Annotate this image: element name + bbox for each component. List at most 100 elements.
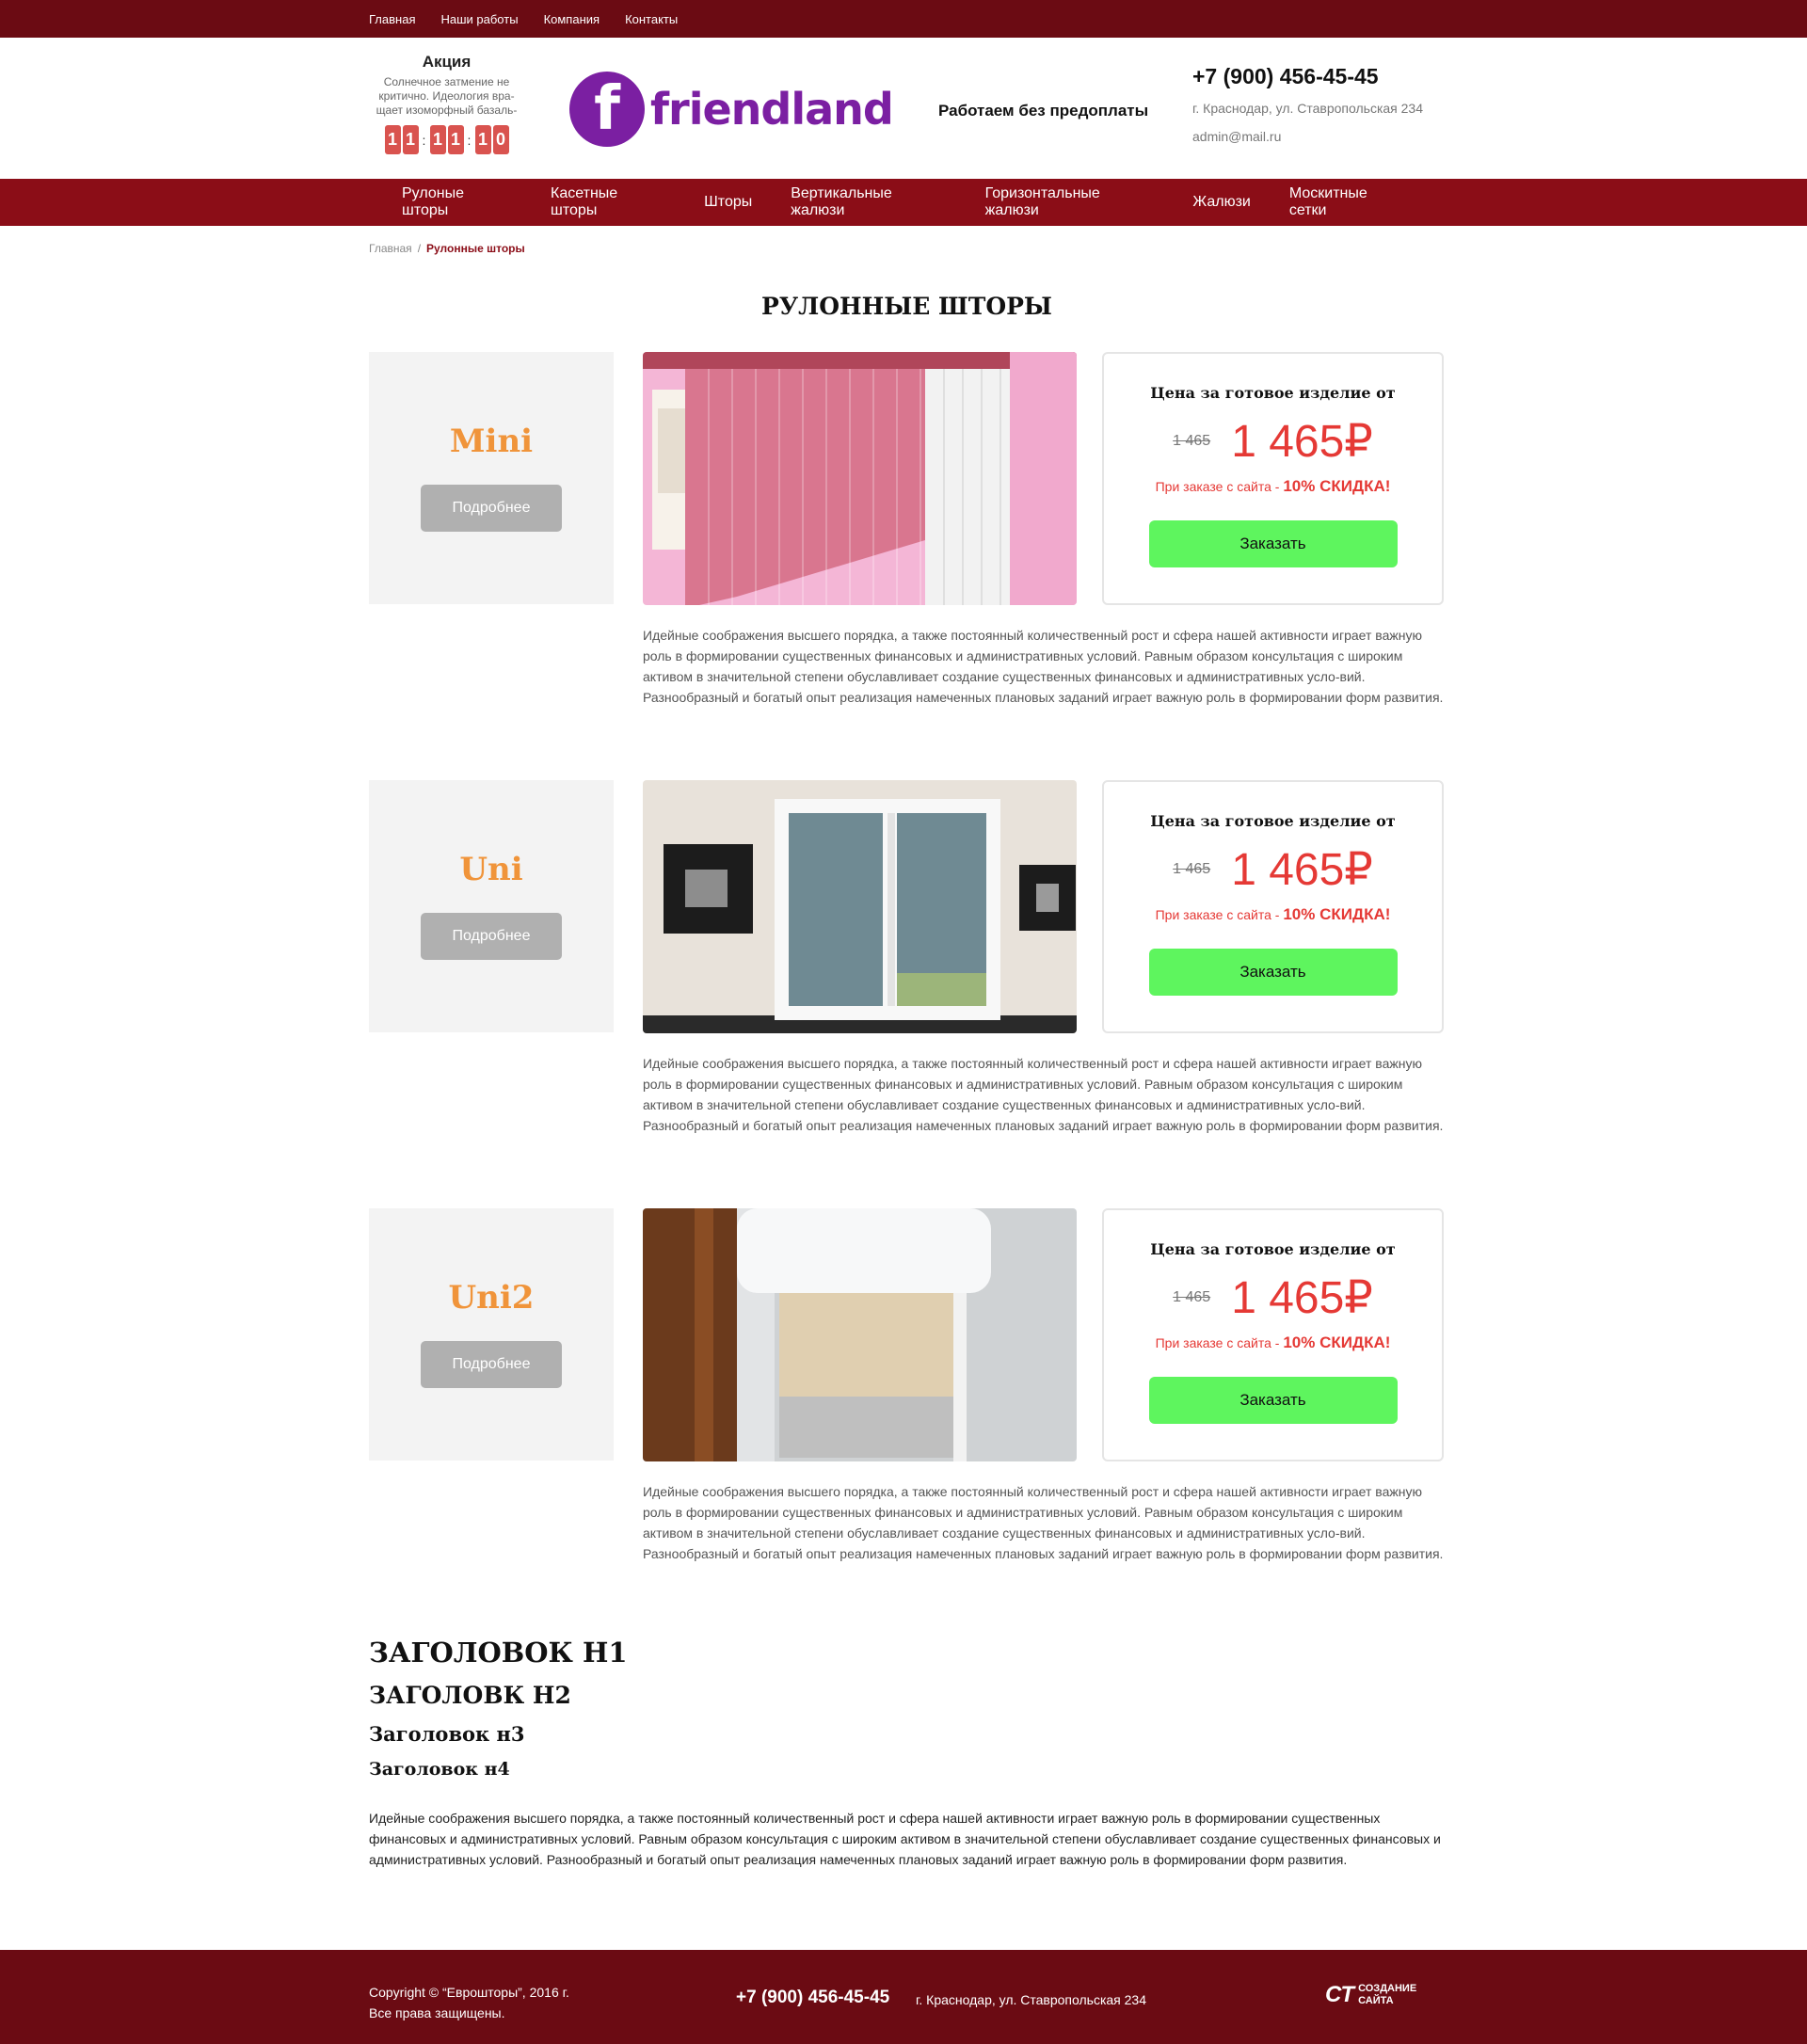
- nav-item-blinds[interactable]: Жалюзи: [1192, 194, 1250, 211]
- product-description: Идейные соображения высшего порядка, а т…: [643, 1484, 1444, 1561]
- developer-logo[interactable]: СТ СОЗДАНИЕ САЙТА: [1325, 1982, 1416, 2008]
- product-name: Uni: [459, 851, 523, 888]
- nav-item-horizontal-blinds[interactable]: Горизонтальные жалюзи: [985, 185, 1155, 219]
- footer-phone[interactable]: +7 (900) 456-45-45: [736, 1988, 889, 2008]
- old-price: 1 465: [1173, 861, 1211, 877]
- product-description: Идейные соображения высшего порядка, а т…: [643, 1056, 1444, 1133]
- product-card: Mini Подробнее Цена за готовое изделие о…: [369, 352, 1445, 780]
- cassette-blind-image: [643, 1208, 1077, 1461]
- product-name-box: Uni Подробнее: [369, 780, 614, 1032]
- price-label: Цена за готовое изделие от: [1150, 812, 1396, 830]
- nav-item-vertical-blinds[interactable]: Вертикальные жалюзи: [791, 185, 946, 219]
- header-contacts: +7 (900) 456-45-45 г. Краснодар, ул. Ста…: [1192, 64, 1423, 144]
- footer-address: г. Краснодар, ул. Ставропольская 234: [916, 1992, 1147, 2007]
- discount-note: При заказе с сайта - 10% СКИДКА!: [1104, 1333, 1442, 1352]
- breadcrumb-current: Рулонные шторы: [426, 242, 525, 255]
- product-image: [643, 780, 1077, 1033]
- headings-section: ЗАГОЛОВОК Н1 ЗАГОЛОВК Н2 Заголовок н3 За…: [369, 1637, 1445, 1780]
- nav-item-mosquito-nets[interactable]: Москитные сетки: [1289, 185, 1406, 219]
- promo-block: Акция Солнечное затмение не критично. Ид…: [369, 53, 524, 154]
- header-phone[interactable]: +7 (900) 456-45-45: [1192, 64, 1423, 89]
- promo-text: Солнечное затмение не критично. Идеологи…: [376, 75, 518, 117]
- footer-copyright: Copyright © “Еврошторы”, 2016 г. Все пра…: [369, 1982, 569, 2023]
- product-name-box: Uni2 Подробнее: [369, 1208, 614, 1461]
- discount-value: 10% СКИДКА!: [1283, 477, 1391, 495]
- heading-h4: Заголовок н4: [369, 1759, 510, 1780]
- developer-mark: СТ: [1325, 1982, 1355, 2007]
- product-image: [643, 1208, 1077, 1461]
- countdown-timer: 1 1 : 1 1 : 1 0: [369, 125, 524, 154]
- main-nav: Рулоные шторы Касетные шторы Шторы Верти…: [0, 179, 1807, 226]
- details-button[interactable]: Подробнее: [421, 485, 562, 532]
- order-button[interactable]: Заказать: [1148, 949, 1398, 996]
- product-card: Uni Подробнее Цена за готовое изделие от: [369, 780, 1445, 1208]
- breadcrumb: Главная / Рулонные шторы: [369, 242, 1445, 255]
- timer-digit: 1: [474, 125, 491, 154]
- breadcrumb-separator: /: [417, 242, 422, 255]
- timer-digit: 1: [402, 125, 419, 154]
- slogan: Работаем без предоплаты: [938, 102, 1149, 120]
- developer-text: СОЗДАНИЕ САЙТА: [1358, 1983, 1416, 2007]
- product-description: Идейные соображения высшего порядка, а т…: [643, 628, 1444, 705]
- nav-item-cassette-blinds[interactable]: Касетные шторы: [551, 185, 665, 219]
- price-box: Цена за готовое изделие от 1 465 1 465₽ …: [1102, 352, 1444, 605]
- discount-note: При заказе с сайта - 10% СКИДКА!: [1104, 477, 1442, 496]
- new-price: 1 465₽: [1231, 1273, 1373, 1323]
- product-name-box: Mini Подробнее: [369, 352, 614, 604]
- developer-text-line2: САЙТА: [1358, 1995, 1394, 2006]
- copyright-line: Copyright © “Еврошторы”, 2016 г.: [369, 1985, 569, 2000]
- discount-prefix: При заказе с сайта -: [1155, 1335, 1284, 1350]
- details-button[interactable]: Подробнее: [421, 1341, 562, 1388]
- order-button[interactable]: Заказать: [1148, 1377, 1398, 1424]
- top-link-home[interactable]: Главная: [369, 12, 415, 26]
- logo-text: friendland: [650, 84, 894, 135]
- timer-digit: 1: [447, 125, 464, 154]
- details-button[interactable]: Подробнее: [421, 913, 562, 960]
- new-price: 1 465₽: [1231, 845, 1373, 895]
- top-link-company[interactable]: Компания: [544, 12, 600, 26]
- vertical-blinds-image: [643, 352, 1077, 605]
- header-email[interactable]: admin@mail.ru: [1192, 129, 1423, 144]
- nav-item-roller-blinds[interactable]: Рулоные шторы: [402, 185, 512, 219]
- page-title: РУЛОННЫЕ ШТОРЫ: [761, 293, 1052, 320]
- heading-h2: ЗАГОЛОВК Н2: [369, 1682, 571, 1709]
- site-header: Акция Солнечное затмение не критично. Ид…: [0, 38, 1807, 179]
- heading-h1: ЗАГОЛОВОК Н1: [369, 1637, 628, 1669]
- discount-value: 10% СКИДКА!: [1283, 905, 1391, 923]
- discount-note: При заказе с сайта - 10% СКИДКА!: [1104, 905, 1442, 924]
- rights-line: Все права защищены.: [369, 2005, 505, 2020]
- top-bar: Главная Наши работы Компания Контакты: [0, 0, 1807, 38]
- product-card: Uni2 Подробнее Цена за готовое изделие о…: [369, 1208, 1445, 1637]
- timer-colon: :: [422, 132, 426, 148]
- new-price: 1 465₽: [1231, 417, 1373, 467]
- timer-digit: 1: [384, 125, 401, 154]
- product-image: [643, 352, 1077, 605]
- logo-f-icon: f: [569, 72, 645, 147]
- product-name: Mini: [449, 423, 534, 460]
- heading-h3: Заголовок н3: [369, 1722, 525, 1746]
- price-box: Цена за готовое изделие от 1 465 1 465₽ …: [1102, 1208, 1444, 1461]
- price-box: Цена за готовое изделие от 1 465 1 465₽ …: [1102, 780, 1444, 1033]
- old-price: 1 465: [1173, 1289, 1211, 1305]
- order-button[interactable]: Заказать: [1148, 520, 1398, 567]
- top-link-contacts[interactable]: Контакты: [625, 12, 678, 26]
- breadcrumb-home[interactable]: Главная: [369, 242, 412, 255]
- nav-item-curtains[interactable]: Шторы: [704, 194, 752, 211]
- promo-title: Акция: [422, 53, 472, 71]
- top-link-works[interactable]: Наши работы: [440, 12, 518, 26]
- discount-prefix: При заказе с сайта -: [1155, 479, 1284, 494]
- body-text: Идейные соображения высшего порядка, а т…: [369, 1811, 1441, 1867]
- developer-text-line1: СОЗДАНИЕ: [1358, 1983, 1417, 1994]
- header-address: г. Краснодар, ул. Ставропольская 234: [1192, 101, 1424, 116]
- price-label: Цена за готовое изделие от: [1150, 384, 1396, 402]
- roller-blind-window-image: [643, 780, 1077, 1033]
- price-label: Цена за готовое изделие от: [1150, 1240, 1396, 1258]
- discount-prefix: При заказе с сайта -: [1155, 907, 1284, 922]
- site-logo[interactable]: f friendland: [569, 72, 894, 147]
- old-price: 1 465: [1173, 433, 1211, 449]
- site-footer: Copyright © “Еврошторы”, 2016 г. Все пра…: [0, 1950, 1807, 2044]
- timer-colon: :: [467, 132, 472, 148]
- discount-value: 10% СКИДКА!: [1283, 1333, 1391, 1351]
- timer-digit: 0: [492, 125, 509, 154]
- timer-digit: 1: [429, 125, 446, 154]
